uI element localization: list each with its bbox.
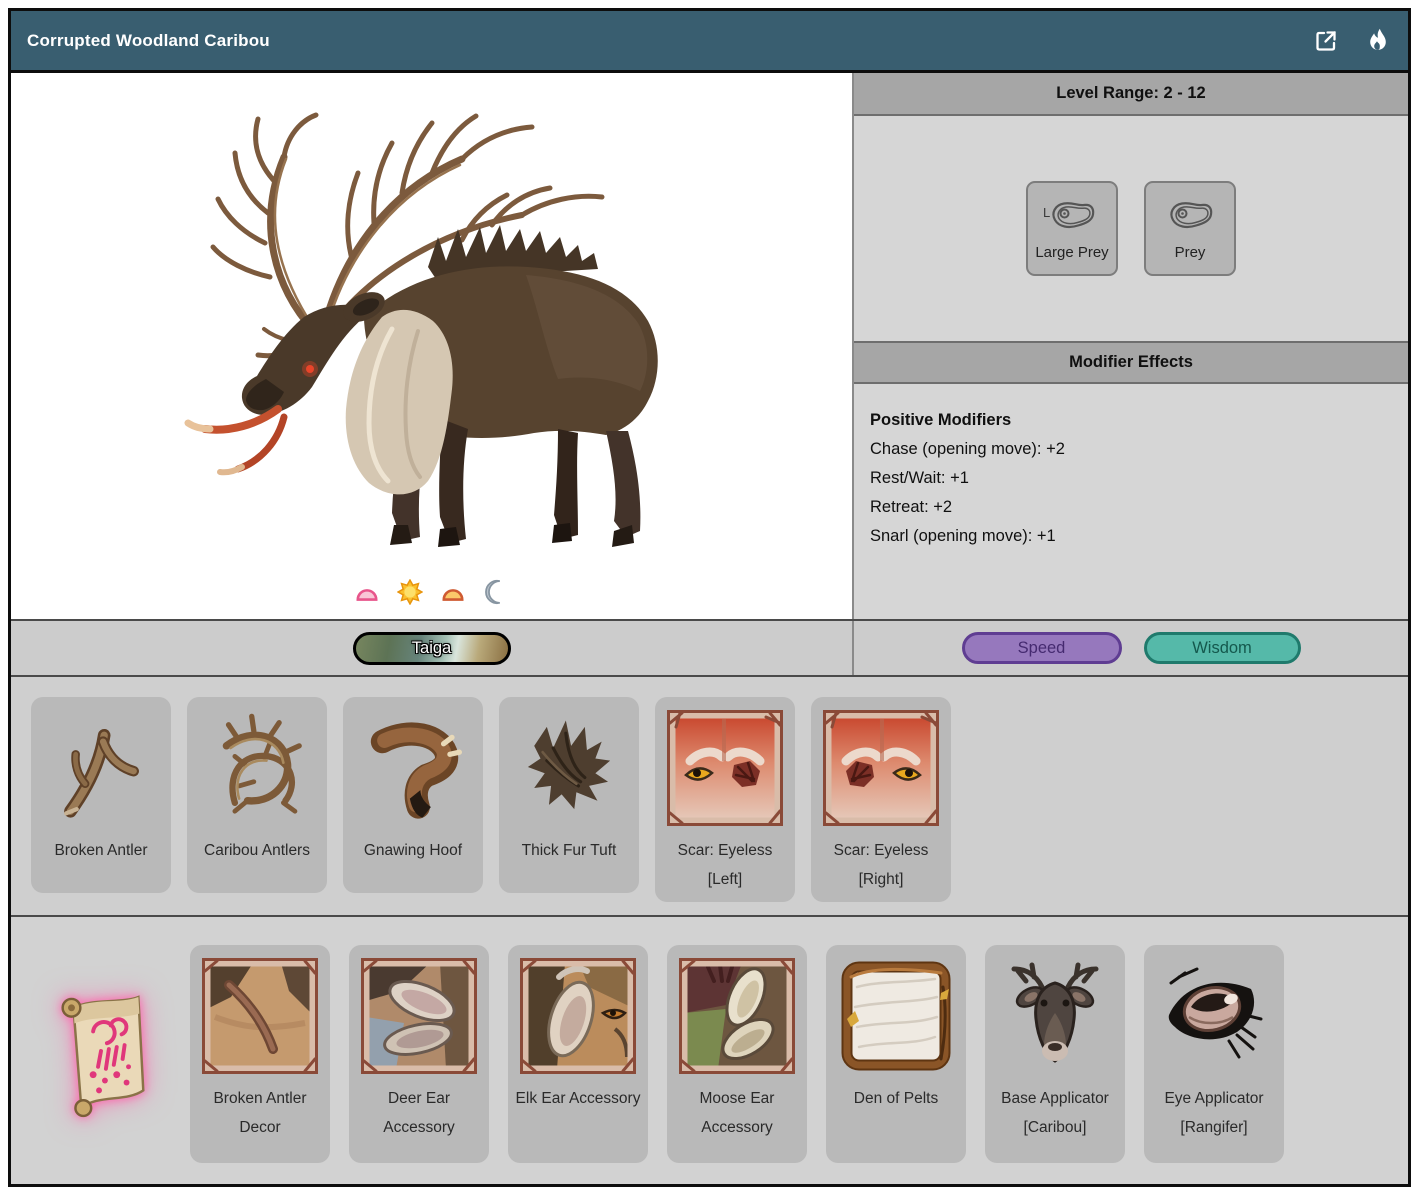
- deer-ear-accessory-icon: [358, 955, 480, 1077]
- drop-card-caribou-antlers[interactable]: Caribou Antlers: [187, 697, 327, 893]
- base-applicator-caribou-icon: [994, 955, 1116, 1077]
- external-link-icon[interactable]: [1312, 27, 1340, 55]
- drop-label: Thick Fur Tuft: [521, 842, 617, 859]
- drop-card-scar-eyeless-left[interactable]: Scar: Eyeless [Left]: [655, 697, 795, 902]
- night-icon: [483, 579, 509, 605]
- craft-label: Moose Ear Accessory: [699, 1090, 775, 1136]
- steak-icon: [1166, 197, 1214, 242]
- prey-button-label: Prey: [1174, 243, 1206, 261]
- biome-label: Taiga: [411, 638, 452, 657]
- drop-label: Caribou Antlers: [204, 842, 310, 859]
- drop-card-broken-antler[interactable]: Broken Antler: [31, 697, 171, 893]
- craft-card-den-of-pelts[interactable]: Den of Pelts: [826, 945, 966, 1163]
- prey-area: L Large Prey Prey: [854, 116, 1408, 341]
- drop-label: Gnawing Hoof: [363, 842, 463, 859]
- large-prey-button[interactable]: L Large Prey: [1026, 181, 1118, 276]
- scar-eyeless-left-icon: [664, 707, 786, 829]
- elk-ear-accessory-icon: [517, 955, 639, 1077]
- moose-ear-accessory-icon: [676, 955, 798, 1077]
- large-badge: L: [1043, 205, 1051, 220]
- stat-button-wisdom[interactable]: Wisdom: [1143, 632, 1301, 664]
- drop-card-gnawing-hoof[interactable]: Gnawing Hoof: [343, 697, 483, 893]
- corrupted-woodland-caribou-art: [106, 79, 766, 584]
- encounter-image-panel: [11, 73, 852, 619]
- modifier-line: Chase (opening move): +2: [870, 440, 1065, 458]
- stat-strip: Speed Wisdom: [854, 621, 1408, 675]
- biome-button-taiga[interactable]: Taiga: [352, 631, 511, 665]
- modifier-effects-header: Modifier Effects: [854, 341, 1408, 384]
- drops-row: Broken Antler Caribou Antlers Gnawing Ho…: [11, 675, 1408, 915]
- modifier-list: Positive Modifiers Chase (opening move):…: [854, 384, 1408, 619]
- stat-label: Wisdom: [1192, 638, 1252, 657]
- modifier-line: Snarl (opening move): +1: [870, 527, 1056, 545]
- drop-label: Broken Antler: [54, 842, 148, 859]
- craft-label: Eye Applicator [Rangifer]: [1164, 1090, 1264, 1136]
- craft-card-base-applicator-caribou[interactable]: Base Applicator [Caribou]: [985, 945, 1125, 1163]
- craft-label: Broken Antler Decor: [213, 1090, 307, 1136]
- drop-label: Scar: Eyeless [Left]: [677, 842, 773, 888]
- day-icon: [397, 579, 423, 605]
- recipe-scroll-icon[interactable]: [31, 945, 171, 1163]
- scar-eyeless-right-icon: [820, 707, 942, 829]
- flame-icon[interactable]: [1364, 27, 1392, 55]
- info-panel: Level Range: 2 - 12 L Large Prey Prey Mo…: [854, 73, 1408, 619]
- thick-fur-tuft-icon: [508, 707, 630, 829]
- dusk-icon: [440, 579, 466, 605]
- crafting-row: Broken Antler Decor Deer Ear Accessory E…: [11, 915, 1408, 1184]
- stat-label: Speed: [1017, 638, 1066, 657]
- time-of-day-row: [11, 579, 852, 605]
- level-range-header: Level Range: 2 - 12: [854, 73, 1408, 116]
- gnawing-hoof-icon: [352, 707, 474, 829]
- caribou-antlers-icon: [196, 707, 318, 829]
- craft-card-eye-applicator-rangifer[interactable]: Eye Applicator [Rangifer]: [1144, 945, 1284, 1163]
- modifier-line: Retreat: +2: [870, 498, 953, 516]
- titlebar: Corrupted Woodland Caribou: [11, 11, 1408, 73]
- den-of-pelts-icon: [835, 955, 957, 1077]
- craft-label: Den of Pelts: [853, 1090, 939, 1107]
- eye-applicator-rangifer-icon: [1153, 955, 1275, 1077]
- modifier-line: Rest/Wait: +1: [870, 469, 969, 487]
- craft-label: Base Applicator [Caribou]: [1001, 1090, 1109, 1136]
- craft-card-deer-ear-accessory[interactable]: Deer Ear Accessory: [349, 945, 489, 1163]
- stat-button-speed[interactable]: Speed: [961, 632, 1122, 664]
- drop-label: Scar: Eyeless [Right]: [833, 842, 929, 888]
- dawn-icon: [354, 579, 380, 605]
- craft-label: Deer Ear Accessory: [383, 1090, 455, 1136]
- drop-card-scar-eyeless-right[interactable]: Scar: Eyeless [Right]: [811, 697, 951, 902]
- prey-button[interactable]: Prey: [1144, 181, 1236, 276]
- drop-card-thick-fur-tuft[interactable]: Thick Fur Tuft: [499, 697, 639, 893]
- positive-modifiers-title: Positive Modifiers: [870, 411, 1012, 429]
- biome-strip: Taiga: [11, 621, 852, 675]
- page-title: Corrupted Woodland Caribou: [27, 30, 270, 50]
- broken-antler-icon: [40, 707, 162, 829]
- craft-card-elk-ear-accessory[interactable]: Elk Ear Accessory: [508, 945, 648, 1163]
- broken-antler-decor-icon: [199, 955, 321, 1077]
- encounter-window: Corrupted Woodland Caribou Level Range: …: [8, 8, 1411, 1187]
- craft-card-broken-antler-decor[interactable]: Broken Antler Decor: [190, 945, 330, 1163]
- prey-button-label: Large Prey: [1035, 243, 1109, 261]
- craft-card-moose-ear-accessory[interactable]: Moose Ear Accessory: [667, 945, 807, 1163]
- steak-icon: [1048, 197, 1096, 242]
- craft-label: Elk Ear Accessory: [515, 1090, 641, 1107]
